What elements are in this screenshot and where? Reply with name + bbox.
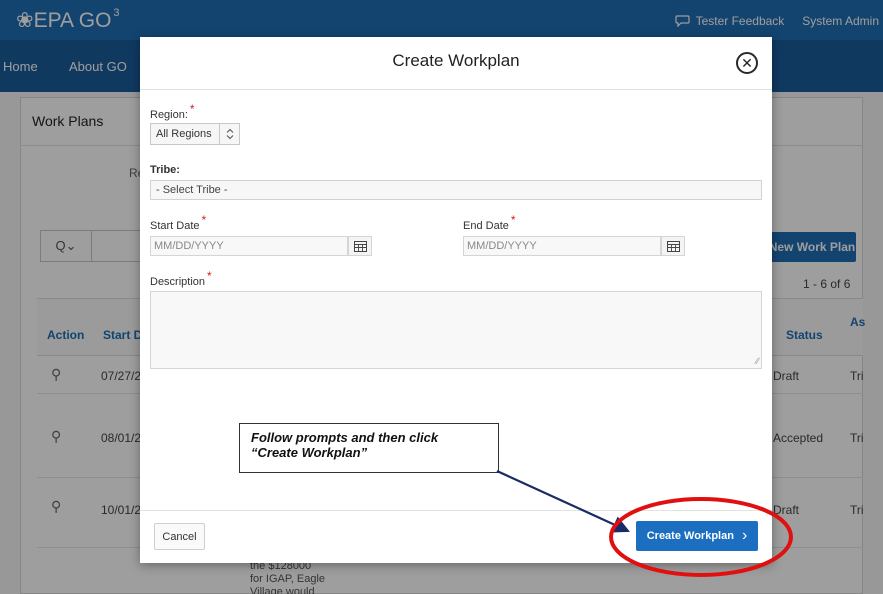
start-date-calendar-button[interactable]: [348, 236, 372, 256]
region-label: Region: *: [150, 102, 195, 121]
dialog-header-divider: [140, 89, 772, 90]
end-date-calendar-button[interactable]: [661, 236, 685, 256]
region-label-text: Region:: [150, 109, 188, 121]
end-date-label: End Date *: [463, 213, 516, 232]
end-date-input[interactable]: MM/DD/YYYY: [463, 236, 661, 256]
create-workplan-label: Create Workplan: [646, 530, 734, 542]
required-marker: *: [207, 269, 212, 283]
close-icon: ✕: [741, 55, 753, 71]
callout-line: Follow prompts and then click: [251, 430, 439, 445]
cancel-button[interactable]: Cancel: [154, 523, 205, 550]
resize-handle-icon[interactable]: ∕∕: [756, 357, 759, 366]
create-workplan-dialog: Create Workplan ✕ Region: * All Regions T…: [140, 37, 772, 563]
required-marker: *: [510, 213, 516, 227]
up-down-chevron-icon: [219, 124, 239, 144]
create-workplan-button[interactable]: Create Workplan ›: [636, 521, 758, 551]
region-select-value: All Regions: [156, 128, 212, 140]
required-marker: *: [201, 213, 207, 227]
description-textarea[interactable]: ∕∕: [150, 291, 762, 369]
required-marker: *: [189, 102, 195, 116]
description-label-text: Description: [150, 276, 206, 288]
tribe-select[interactable]: - Select Tribe -: [150, 180, 762, 200]
dialog-footer-divider: [140, 510, 772, 511]
instruction-callout: Follow prompts and then click “Create Wo…: [239, 423, 499, 473]
callout-line: “Create Workplan”: [251, 445, 368, 460]
tribe-label: Tribe:: [150, 164, 180, 176]
calendar-icon: [353, 240, 367, 252]
description-label: Description *: [150, 269, 212, 288]
dialog-title: Create Workplan: [392, 51, 520, 70]
end-date-label-text: End Date: [463, 220, 509, 232]
start-date-input[interactable]: MM/DD/YYYY: [150, 236, 348, 256]
calendar-icon: [666, 240, 680, 252]
start-date-label-text: Start Date: [150, 220, 200, 232]
close-button[interactable]: ✕: [736, 52, 758, 74]
chevron-right-icon: ›: [741, 527, 748, 544]
start-date-label: Start Date *: [150, 213, 206, 232]
region-select[interactable]: All Regions: [150, 123, 240, 145]
